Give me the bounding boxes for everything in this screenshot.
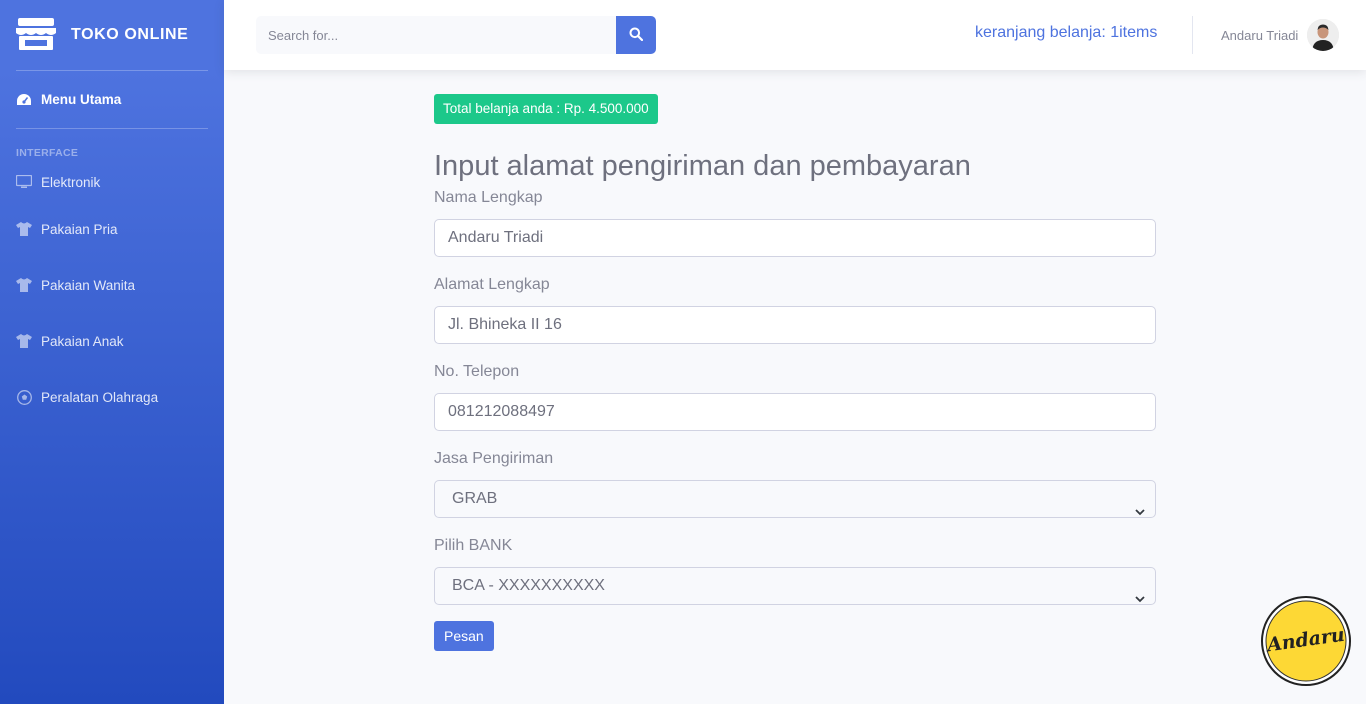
store-icon — [16, 18, 56, 52]
sidebar-item-label: Pakaian Wanita — [41, 277, 136, 293]
shirt-icon — [16, 277, 32, 293]
field-nama: Nama Lengkap Andaru Triadi — [434, 188, 1156, 257]
topbar-divider — [1192, 16, 1193, 54]
watermark-logo: Andaru — [1261, 596, 1351, 686]
desktop-icon — [16, 174, 32, 190]
field-jasa: Jasa Pengiriman GRAB — [434, 449, 1156, 518]
alamat-input[interactable]: Jl. Bhineka II 16 — [434, 306, 1156, 344]
sidebar-heading: INTERFACE — [16, 147, 79, 159]
sidebar-item-pakaian-anak[interactable]: Pakaian Anak — [0, 313, 224, 369]
shirt-icon — [16, 221, 32, 237]
sidebar-item-label: Elektronik — [41, 174, 101, 190]
search-icon — [629, 27, 644, 44]
cart-link[interactable]: keranjang belanja: 1items — [975, 24, 1157, 42]
brand[interactable]: TOKO ONLINE — [0, 0, 224, 70]
nama-input[interactable]: Andaru Triadi — [434, 219, 1156, 257]
sidebar-item-pakaian-wanita[interactable]: Pakaian Wanita — [0, 257, 224, 313]
brand-name: TOKO ONLINE — [71, 26, 189, 43]
topbar: keranjang belanja: 1items Andaru Triadi — [224, 0, 1366, 70]
user-name: Andaru Triadi — [1221, 27, 1299, 43]
sidebar: TOKO ONLINE Menu Utama INTERFACE Elektro… — [0, 0, 224, 704]
sidebar-item-elektronik[interactable]: Elektronik — [0, 163, 224, 201]
football-icon — [16, 389, 32, 405]
sidebar-item-peralatan-olahraga[interactable]: Peralatan Olahraga — [0, 369, 224, 425]
tachometer-icon — [16, 92, 32, 108]
bank-label: Pilih BANK — [434, 537, 513, 554]
chevron-down-icon — [1135, 581, 1145, 617]
avatar — [1307, 19, 1340, 51]
search-button[interactable] — [616, 16, 656, 54]
field-telepon: No. Telepon 081212088497 — [434, 362, 1156, 431]
chevron-down-icon — [1135, 494, 1145, 530]
telepon-input[interactable]: 081212088497 — [434, 393, 1156, 431]
total-badge: Total belanja anda : Rp. 4.500.000 — [434, 94, 658, 124]
jasa-select[interactable]: GRAB — [434, 480, 1156, 518]
sidebar-item-label: Peralatan Olahraga — [41, 389, 159, 405]
checkout-form: Total belanja anda : Rp. 4.500.000 Input… — [434, 94, 1156, 651]
field-alamat: Alamat Lengkap Jl. Bhineka II 16 — [434, 275, 1156, 344]
alamat-label: Alamat Lengkap — [434, 276, 550, 293]
jasa-value: GRAB — [452, 490, 498, 507]
sidebar-item-label: Pakaian Anak — [41, 333, 124, 349]
page-title: Input alamat pengiriman dan pembayaran — [434, 150, 971, 182]
bank-value: BCA - XXXXXXXXXX — [452, 577, 605, 594]
submit-button[interactable]: Pesan — [434, 621, 494, 651]
sidebar-item-label: Pakaian Pria — [41, 221, 118, 237]
sidebar-item-dashboard[interactable]: Menu Utama — [0, 71, 224, 128]
search-input[interactable] — [256, 16, 616, 54]
sidebar-item-label: Menu Utama — [41, 92, 122, 107]
user-menu[interactable]: Andaru Triadi — [1221, 19, 1340, 51]
nama-label: Nama Lengkap — [434, 189, 543, 206]
sidebar-item-pakaian-pria[interactable]: Pakaian Pria — [0, 201, 224, 257]
shirt-icon — [16, 333, 32, 349]
field-bank: Pilih BANK BCA - XXXXXXXXXX — [434, 536, 1156, 605]
jasa-label: Jasa Pengiriman — [434, 450, 554, 467]
bank-select[interactable]: BCA - XXXXXXXXXX — [434, 567, 1156, 605]
telepon-label: No. Telepon — [434, 363, 520, 380]
search-bar — [256, 16, 656, 54]
